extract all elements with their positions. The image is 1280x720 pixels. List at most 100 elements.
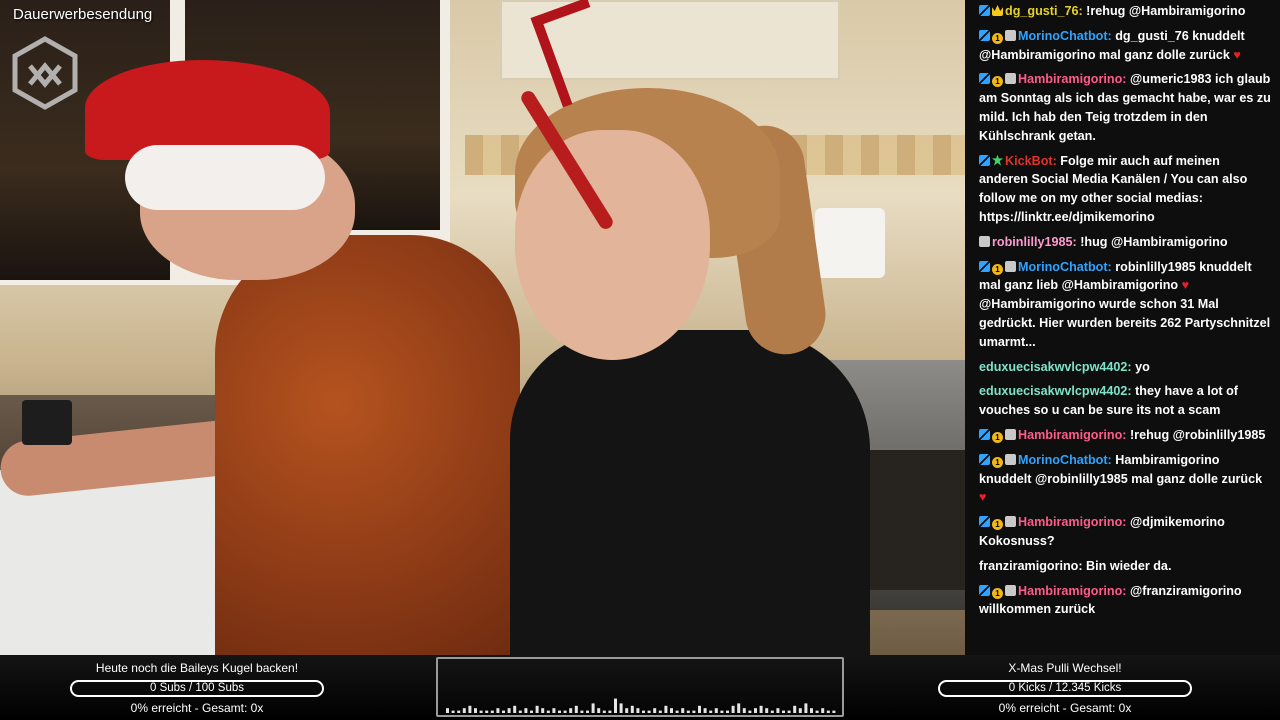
visualizer-bar: [765, 708, 769, 713]
visualizer-bar: [692, 710, 696, 713]
visualizer-bar: [630, 705, 634, 713]
gift-badge-icon: [1005, 516, 1016, 528]
chat-message-text: Bin wieder da.: [1082, 558, 1172, 573]
visualizer-bar: [642, 710, 645, 713]
visualizer-bar: [535, 705, 539, 713]
visualizer-bar: [782, 710, 785, 713]
chat-username[interactable]: franziramigorino:: [979, 559, 1083, 573]
chat-username[interactable]: Hambiramigorino:: [1018, 428, 1126, 442]
visualizer-bar: [658, 710, 662, 713]
chat-username[interactable]: MorinoChatbot:: [1018, 453, 1112, 467]
visualizer-bar: [558, 710, 561, 713]
sword-badge-icon: [979, 154, 990, 166]
visualizer-bar: [647, 710, 651, 713]
sub-goal-progress-bar: 0 Subs / 100 Subs: [70, 680, 324, 697]
chat-panel[interactable]: dg_gusti_76: !rehug @Hambiramigorino 1 Mor…: [965, 0, 1280, 655]
sub-goal: Heute noch die Baileys Kugel backen! 0 S…: [47, 655, 347, 715]
phone: [22, 400, 72, 445]
chat-message: eduxuecisakwvlcpw4402: they have a lot o…: [979, 382, 1272, 420]
visualizer-bar: [698, 705, 701, 713]
sword-badge-icon: [979, 428, 990, 440]
gift-badge-icon: [1005, 453, 1016, 465]
chat-username[interactable]: MorinoChatbot:: [1018, 260, 1112, 274]
chat-message: 1 Hambiramigorino: @umeric1983 ich glaub …: [979, 70, 1272, 145]
santa-hat-rim: [125, 145, 325, 210]
chat-username[interactable]: robinlilly1985:: [992, 235, 1077, 249]
overlay-title: Dauerwerbesendung: [13, 6, 153, 23]
visualizer-bar: [468, 705, 472, 713]
one-badge-icon: 1: [992, 519, 1003, 531]
chat-username[interactable]: Hambiramigorino:: [1018, 515, 1126, 529]
visualizer-bar: [563, 710, 567, 713]
chat-message-text: !rehug @Hambiramigorino: [1082, 4, 1246, 18]
kick-goal-title: X-Mas Pulli Wechsel!: [1008, 661, 1122, 675]
visualizer-bar: [793, 705, 797, 713]
visualizer-bar: [524, 708, 528, 713]
visualizer-bar: [686, 710, 690, 713]
chat-message: 1 Hambiramigorino: @djmikemorino Kokosnus…: [979, 513, 1272, 551]
chat-message: 1 Hambiramigorino: @franziramigorino will…: [979, 582, 1272, 620]
sub-goal-status: 0% erreicht - Gesamt: 0x: [130, 701, 264, 715]
visualizer-bar: [446, 708, 449, 713]
sword-badge-icon: [979, 5, 990, 16]
visualizer-bar: [614, 698, 617, 713]
visualizer-bar: [810, 708, 813, 713]
visualizer-bar: [496, 708, 500, 713]
gift-badge-icon: [1005, 428, 1016, 440]
gift-badge-icon: [1005, 73, 1016, 85]
visualizer-bar: [664, 705, 668, 713]
chat-message-text-continued: @Hambiramigorino wurde schon 31 Mal gedr…: [979, 297, 1271, 349]
visualizer-bar: [479, 710, 483, 713]
stream-video: Dauerwerbesendung: [0, 0, 965, 655]
chat-username[interactable]: Hambiramigorino:: [1018, 72, 1126, 86]
gift-badge-icon: [1005, 29, 1016, 41]
visualizer-bar: [608, 710, 612, 713]
visualizer-bar: [602, 710, 606, 713]
visualizer-bar: [742, 708, 746, 713]
kick-goal-progress-bar: 0 Kicks / 12.345 Kicks: [938, 680, 1192, 697]
heart-icon: ♥: [979, 490, 987, 505]
gift-badge-icon: [1005, 260, 1016, 272]
visualizer-bar: [776, 708, 780, 713]
chat-username[interactable]: Hambiramigorino:: [1018, 584, 1126, 598]
visualizer-bar: [804, 703, 808, 713]
kick-goal-count: 0 Kicks / 12.345 Kicks: [1008, 682, 1122, 694]
chat-username[interactable]: eduxuecisakwvlcpw4402:: [979, 360, 1132, 374]
visualizer-bar: [653, 708, 657, 713]
visualizer-bar: [546, 710, 550, 713]
chat-username[interactable]: dg_gusti_76:: [1005, 4, 1083, 18]
chat-message: 1 MorinoChatbot: dg_gusti_76 knuddelt @Ha…: [979, 27, 1272, 65]
visualizer-bar: [507, 708, 511, 713]
heart-icon: ♥: [1233, 47, 1241, 62]
one-badge-icon: 1: [992, 263, 1003, 275]
visualizer-bar: [457, 710, 461, 713]
visualizer-bar: [552, 708, 556, 713]
one-badge-icon: 1: [992, 587, 1003, 599]
sub-goal-count: 0 Subs / 100 Subs: [150, 682, 244, 694]
kick-goal: X-Mas Pulli Wechsel! 0 Kicks / 12.345 Ki…: [915, 655, 1215, 715]
visualizer-bar: [759, 705, 763, 713]
chat-username[interactable]: KickBot:: [1005, 154, 1057, 168]
visualizer-bar: [787, 710, 791, 713]
chat-message: 1 Hambiramigorino: !rehug @robinlilly1985: [979, 426, 1272, 445]
visualizer-bar: [619, 703, 623, 713]
audio-visualizer-bars: [446, 698, 836, 713]
man-gingerbread-sweater: [215, 235, 520, 655]
visualizer-bar: [574, 705, 578, 713]
chat-username[interactable]: eduxuecisakwvlcpw4402:: [979, 384, 1132, 398]
visualizer-bar: [675, 710, 679, 713]
gift-badge-icon: [979, 235, 990, 247]
visualizer-bar: [451, 710, 455, 713]
visualizer-bar: [748, 710, 752, 713]
chat-message: KickBot: Folge mir auch auf meinen ander…: [979, 152, 1272, 227]
chat-username[interactable]: MorinoChatbot:: [1018, 29, 1112, 43]
sword-badge-icon: [979, 453, 990, 465]
visualizer-bar: [597, 708, 601, 713]
visualizer-bar: [530, 710, 533, 713]
visualizer-bar: [826, 710, 830, 713]
chat-message: robinlilly1985: !hug @Hambiramigorino: [979, 233, 1272, 252]
visualizer-bar: [832, 710, 836, 713]
audio-visualizer: [436, 657, 844, 717]
chat-message: eduxuecisakwvlcpw4402: yo: [979, 358, 1272, 377]
visualizer-bar: [502, 710, 505, 713]
